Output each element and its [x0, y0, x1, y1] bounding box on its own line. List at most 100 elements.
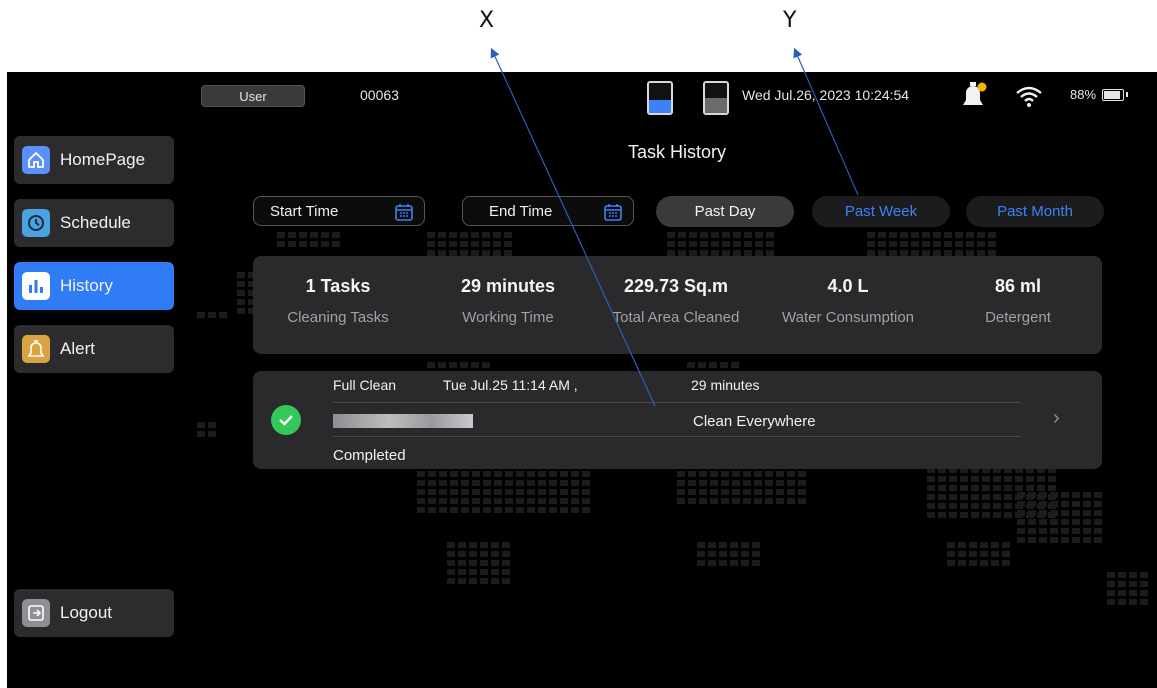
- map-dot: [787, 471, 795, 477]
- map-dot: [787, 498, 795, 504]
- map-dot: [667, 232, 675, 238]
- map-dot: [743, 498, 751, 504]
- map-dot: [688, 489, 696, 495]
- logout-icon: [22, 599, 50, 627]
- map-dot: [458, 542, 466, 548]
- map-dot: [527, 471, 535, 477]
- map-dot: [502, 542, 510, 548]
- map-dot: [1017, 528, 1025, 534]
- map-dot: [1129, 599, 1137, 605]
- map-dot: [687, 362, 695, 368]
- stat-label: Detergent: [985, 309, 1051, 326]
- map-dot: [982, 485, 990, 491]
- map-dot: [927, 494, 935, 500]
- map-dot: [798, 498, 806, 504]
- map-dot: [1140, 572, 1148, 578]
- map-dot: [927, 485, 935, 491]
- map-dot: [447, 542, 455, 548]
- map-dot: [944, 232, 952, 238]
- map-dot: [493, 232, 501, 238]
- map-dot: [299, 232, 307, 238]
- map-dot: [678, 232, 686, 238]
- past-month-button[interactable]: Past Month: [966, 196, 1104, 227]
- map-dot: [505, 498, 513, 504]
- map-dot: [1061, 510, 1069, 516]
- map-dot: [504, 241, 512, 247]
- sidebar-item-alert[interactable]: Alert: [14, 325, 174, 373]
- map-dot: [1050, 537, 1058, 543]
- map-dot: [1072, 492, 1080, 498]
- map-dot: [938, 503, 946, 509]
- map-dot: [1061, 537, 1069, 543]
- map-dot: [982, 476, 990, 482]
- map-dot: [982, 494, 990, 500]
- chevron-right-icon[interactable]: ›: [1053, 407, 1060, 430]
- map-dot: [1094, 528, 1102, 534]
- map-dot: [677, 498, 685, 504]
- map-dot: [710, 471, 718, 477]
- map-dot: [958, 551, 966, 557]
- map-dot: [527, 489, 535, 495]
- map-dot: [483, 498, 491, 504]
- map-dot: [197, 312, 205, 318]
- map-dot: [991, 560, 999, 566]
- map-dot: [776, 480, 784, 486]
- map-dot: [988, 232, 996, 238]
- map-dot: [1061, 492, 1069, 498]
- map-dot: [560, 480, 568, 486]
- map-dot: [1039, 537, 1047, 543]
- map-dot: [776, 471, 784, 477]
- map-dot: [698, 362, 706, 368]
- past-week-button[interactable]: Past Week: [812, 196, 950, 227]
- map-dot: [1039, 528, 1047, 534]
- sidebar-item-homepage[interactable]: HomePage: [14, 136, 174, 184]
- map-dot: [949, 512, 957, 518]
- map-dot: [502, 569, 510, 575]
- task-history-row[interactable]: Full Clean Tue Jul.25 11:14 AM , 29 minu…: [253, 371, 1102, 469]
- map-dot: [516, 489, 524, 495]
- logout-button[interactable]: Logout: [14, 589, 174, 637]
- end-time-picker[interactable]: End Time: [462, 196, 634, 226]
- map-dot: [754, 480, 762, 486]
- map-dot: [450, 471, 458, 477]
- sidebar-item-history[interactable]: History: [14, 262, 174, 310]
- sidebar-item-schedule[interactable]: Schedule: [14, 199, 174, 247]
- stat-label: Total Area Cleaned: [612, 309, 740, 326]
- map-dot: [277, 241, 285, 247]
- sidebar-item-label: HomePage: [60, 150, 146, 169]
- map-dot: [505, 480, 513, 486]
- map-dot: [765, 498, 773, 504]
- map-dot: [505, 507, 513, 513]
- map-dot: [299, 241, 307, 247]
- map-dot: [491, 542, 499, 548]
- bar-chart-icon: [22, 272, 50, 300]
- map-dot: [469, 578, 477, 584]
- map-dot: [1004, 503, 1012, 509]
- map-dot: [1017, 537, 1025, 543]
- map-dot: [321, 232, 329, 238]
- map-dot: [966, 241, 974, 247]
- map-dot: [1017, 519, 1025, 525]
- map-dot: [447, 560, 455, 566]
- map-dot: [700, 241, 708, 247]
- map-dot: [461, 489, 469, 495]
- map-dot: [971, 485, 979, 491]
- alarm-bell-icon[interactable]: [959, 81, 987, 111]
- map-dot: [1140, 581, 1148, 587]
- past-day-button[interactable]: Past Day: [656, 196, 794, 227]
- app-screen: User 00063 Wed Jul.26, 2023 10:24:54 88%…: [7, 72, 1157, 688]
- map-dot: [1037, 476, 1045, 482]
- map-dot: [911, 241, 919, 247]
- user-button[interactable]: User: [201, 85, 305, 107]
- map-dot: [1048, 485, 1056, 491]
- map-dot: [688, 471, 696, 477]
- map-dot: [502, 578, 510, 584]
- map-dot: [927, 476, 935, 482]
- map-dot: [1004, 485, 1012, 491]
- map-dot: [1118, 581, 1126, 587]
- stat-detergent: 86 ml Detergent: [963, 276, 1073, 326]
- start-time-picker[interactable]: Start Time: [253, 196, 425, 226]
- map-dot: [1050, 492, 1058, 498]
- sidebar-item-label: Schedule: [60, 213, 131, 232]
- map-dot: [527, 507, 535, 513]
